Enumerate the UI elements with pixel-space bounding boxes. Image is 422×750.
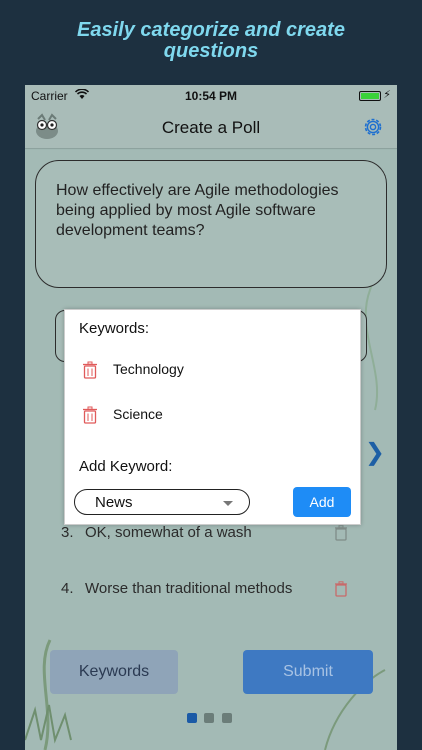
battery-icon [359, 91, 381, 101]
gear-icon[interactable] [361, 115, 385, 139]
status-time: 10:54 PM [184, 89, 238, 103]
page-title: Create a Poll [161, 118, 261, 137]
keywords-heading: Keywords: [79, 320, 150, 337]
answer-text: Worse than traditional methods [85, 580, 293, 597]
keyword-select[interactable]: News [74, 489, 250, 515]
trash-icon[interactable] [335, 525, 347, 541]
page-dot[interactable] [221, 713, 232, 723]
keyword-label: Technology [113, 361, 184, 377]
answer-item: 4. Worse than traditional methods [61, 572, 361, 628]
answer-number: 4. [61, 580, 74, 597]
keyword-label: Science [113, 406, 163, 422]
promo-heading: Easily categorize and create questions [0, 20, 422, 62]
charging-icon: ⚡ [383, 89, 391, 101]
chevron-down-icon [223, 501, 233, 506]
question-text-box[interactable]: How effectively are Agile methodologies … [35, 160, 387, 288]
add-keyword-button[interactable]: Add [293, 487, 351, 517]
submit-button[interactable]: Submit [243, 650, 373, 694]
answer-number: 3. [61, 524, 74, 541]
trash-icon[interactable] [83, 406, 97, 424]
page-dot[interactable] [204, 713, 215, 723]
chevron-right-icon[interactable]: ❯ [365, 438, 385, 467]
question-text: How effectively are Agile methodologies … [56, 182, 339, 239]
page-dot[interactable] [187, 713, 197, 723]
promo-line-2: questions [163, 40, 259, 62]
trash-icon[interactable] [335, 581, 347, 597]
trash-icon[interactable] [83, 361, 97, 379]
keyword-select-value: News [95, 494, 133, 511]
answer-text: OK, somewhat of a wash [85, 524, 252, 541]
add-keyword-label: Add Keyword: [79, 458, 173, 475]
answer-list: 3. OK, somewhat of a wash 4. Worse than … [61, 516, 361, 628]
promo-line-1: Easily categorize and create [77, 19, 345, 41]
keywords-dialog: Keywords: Technology Science Add Keyword… [64, 309, 361, 525]
page-indicator[interactable] [187, 710, 235, 728]
nav-bar: Create a Poll [25, 107, 397, 149]
keywords-button[interactable]: Keywords [50, 650, 178, 694]
status-bar: Carrier 10:54 PM ⚡ [25, 85, 397, 107]
